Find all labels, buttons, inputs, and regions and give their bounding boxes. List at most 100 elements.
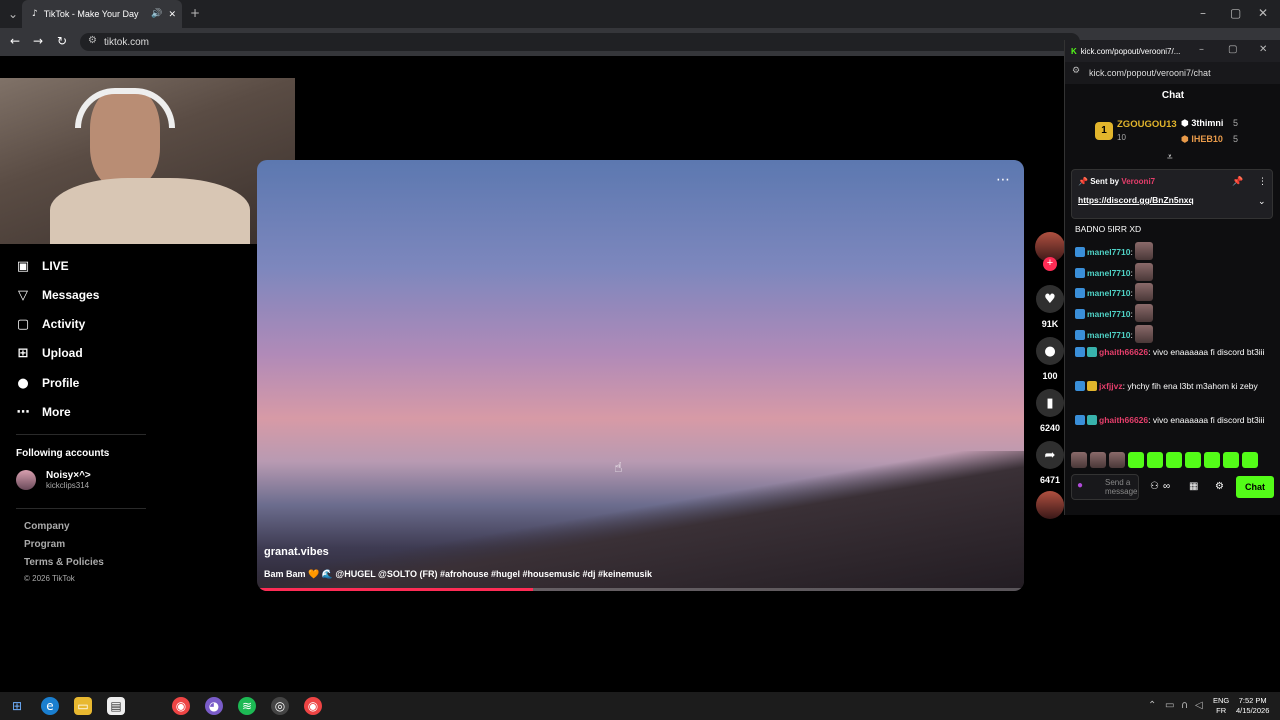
chat-send-button[interactable]: Chat [1236, 476, 1274, 498]
volume-icon[interactable]: ◁ [1195, 700, 1203, 711]
chat-message: BADNO 5IRR XD [1075, 224, 1142, 234]
users-icon[interactable]: ⚇ [1150, 481, 1159, 492]
store-app-icon[interactable]: ▤ [107, 697, 125, 715]
emote-icon[interactable] [1204, 452, 1220, 468]
language-secondary: FR [1216, 706, 1227, 715]
windows-start-icon[interactable]: ⊞ [8, 697, 26, 715]
gear-icon[interactable]: ⚙ [1215, 481, 1224, 492]
chat-header: Chat [1161, 90, 1185, 101]
emote-icon[interactable] [1128, 452, 1144, 468]
emote-icon [1135, 263, 1154, 281]
tab-audio-icon[interactable]: 🔊 [151, 9, 162, 19]
popup-close-icon[interactable]: ✕ [1259, 44, 1267, 55]
sidebar-item-label: Profile [42, 376, 80, 390]
mic-icon[interactable]: ● [1077, 480, 1083, 491]
site-info-icon[interactable]: ⚙ [1072, 66, 1080, 76]
reload-icon[interactable]: ↻ [57, 34, 67, 48]
bookmark-icon[interactable]: ▮ [1036, 389, 1064, 417]
sidebar-item-activity[interactable]: ▢ Activity [16, 314, 86, 334]
crown-badge-icon [1087, 381, 1097, 391]
sub-badge-icon [1075, 247, 1085, 257]
back-icon[interactable]: ← [10, 34, 20, 48]
sub-badge-icon [1075, 330, 1085, 340]
popup-address-bar[interactable]: ⚙ kick.com/popout/verooni7/chat [1065, 62, 1280, 84]
close-icon[interactable]: ✕ [1258, 6, 1268, 20]
heart-icon[interactable]: ♥ [1036, 285, 1064, 313]
clock[interactable]: 7:52 PM 4/15/2026 [1236, 696, 1269, 716]
music-disc-icon[interactable] [1036, 491, 1064, 519]
emote-icon[interactable] [1223, 452, 1239, 468]
address-bar[interactable]: ⚙ tiktok.com [80, 33, 1080, 51]
emote-icon[interactable] [1090, 452, 1106, 468]
sub-badge-icon [1075, 309, 1085, 319]
emote-icon[interactable] [1242, 452, 1258, 468]
mouse-cursor-icon: ☝ [614, 460, 623, 476]
kick-logo-icon: K [1071, 46, 1077, 56]
chat-message: manel7710: [1075, 242, 1275, 260]
emote-icon[interactable] [1071, 452, 1087, 468]
maximize-icon[interactable]: ▢ [1230, 6, 1241, 20]
emote-icon [1135, 283, 1154, 301]
sidebar-item-live[interactable]: ▣ LIVE [16, 256, 69, 276]
discord-app-icon[interactable]: ◕ [205, 697, 223, 715]
sidebar-item-upload[interactable]: ⊞ Upload [16, 343, 83, 363]
popup-minimize-icon[interactable]: – [1199, 44, 1204, 55]
minimize-icon[interactable]: – [1200, 6, 1206, 20]
store-icon[interactable]: ▦ [1189, 481, 1198, 492]
more-options-icon[interactable]: ⋯ [996, 172, 1010, 188]
emote-icon[interactable] [1166, 452, 1182, 468]
emote-tray [1071, 452, 1271, 468]
sub-badge-icon [1075, 347, 1085, 357]
spotify-icon[interactable]: ≋ [238, 697, 256, 715]
share-icon[interactable]: ➦ [1036, 441, 1064, 469]
pinned-menu-icon[interactable]: ⋮ [1258, 176, 1267, 187]
divider [16, 434, 146, 435]
network-icon[interactable]: ▭ [1165, 700, 1174, 711]
emote-icon[interactable] [1185, 452, 1201, 468]
chrome-active-icon[interactable]: ◉ [304, 697, 322, 715]
chat-input[interactable]: ● Send a message [1071, 474, 1139, 500]
account-handle: kickclips314 [46, 481, 90, 490]
tray-chevron-icon[interactable]: ⌃ [1148, 700, 1156, 711]
video-player[interactable]: ⋯ granat.vibes Bam Bam 🧡 🌊 @HUGEL @SOLTO… [257, 160, 1024, 591]
chevron-down-icon[interactable]: ⌄ [1258, 196, 1266, 207]
footer-terms-link[interactable]: Terms & Policies [24, 557, 104, 568]
browser-tab[interactable]: ♪ TikTok - Make Your Day 🔊 ✕ [22, 0, 182, 28]
chat-message: jxfjjvz: yhchy fih ena l3bt m3ahom ki ze… [1075, 380, 1275, 393]
top-gifter-name[interactable]: ZGOUGOU13 [1117, 119, 1177, 130]
tab-list-icon[interactable]: ⌄ [8, 7, 18, 21]
url-text: tiktok.com [104, 36, 150, 48]
chrome-icon[interactable]: ◉ [172, 697, 190, 715]
video-author[interactable]: granat.vibes [264, 546, 329, 558]
third-gifter-name[interactable]: ⬢ IHEB10 [1181, 134, 1223, 145]
streamer-body [50, 178, 250, 244]
forward-icon[interactable]: → [33, 34, 43, 48]
following-account[interactable]: Noisy×^> kickclips314 [16, 470, 91, 490]
pin-icon[interactable]: 📌 [1232, 176, 1243, 187]
sidebar-item-more[interactable]: ⋯ More [16, 402, 71, 422]
pinned-sent-by: 📌 Sent by Verooni7 [1078, 177, 1156, 186]
expand-leaderboard-icon[interactable]: ⩡ [1167, 152, 1173, 163]
popup-maximize-icon[interactable]: ▢ [1228, 44, 1237, 55]
site-info-icon[interactable]: ⚙ [88, 35, 97, 46]
second-gifter-name[interactable]: ⬢ 3thimni [1181, 118, 1223, 129]
comment-icon[interactable]: ● [1036, 337, 1064, 365]
follow-plus-icon[interactable]: + [1043, 257, 1057, 271]
emote-icon[interactable] [1147, 452, 1163, 468]
sidebar-item-messages[interactable]: ▽ Messages [16, 285, 99, 305]
footer-program-link[interactable]: Program [24, 539, 65, 550]
headset-icon[interactable]: ∩ [1181, 700, 1188, 711]
emote-icon[interactable] [1109, 452, 1125, 468]
file-explorer-icon[interactable]: ▭ [74, 697, 92, 715]
footer-company-link[interactable]: Company [24, 521, 70, 532]
rank-badge: 1 [1095, 122, 1113, 140]
tab-close-icon[interactable]: ✕ [168, 9, 176, 20]
new-tab-button[interactable]: + [190, 6, 200, 20]
infinity-icon[interactable]: ∞ [1163, 481, 1170, 492]
edge-icon[interactable]: e [41, 697, 59, 715]
language-indicator[interactable]: ENG FR [1213, 696, 1229, 716]
sidebar-item-profile[interactable]: ● Profile [16, 373, 79, 393]
discord-link[interactable]: https://discord.gg/BnZn5nxq [1078, 195, 1194, 205]
profile-icon: ● [17, 375, 29, 391]
obs-icon[interactable]: ◎ [271, 697, 289, 715]
